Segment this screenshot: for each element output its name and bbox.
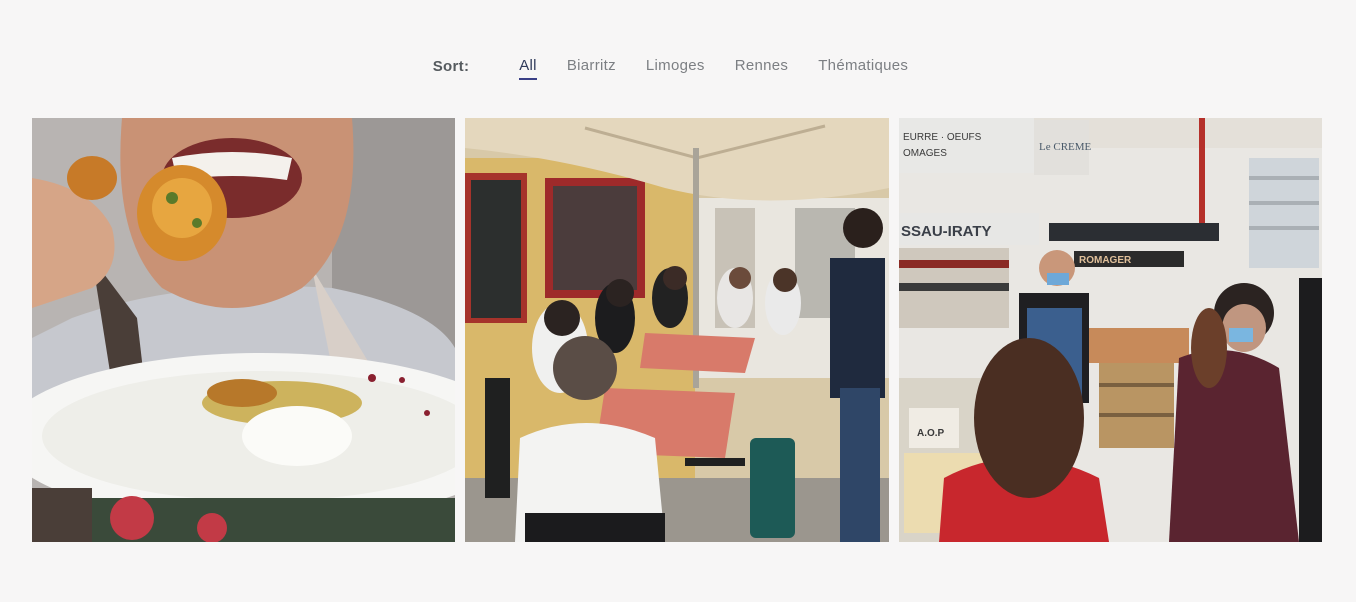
sort-label: Sort: xyxy=(432,57,470,75)
photo-gallery: EURRE · OEUFS OMAGES Le CREME SSAU-IRATY… xyxy=(32,118,1322,542)
photo-cheese-shop-image: EURRE · OEUFS OMAGES Le CREME SSAU-IRATY… xyxy=(899,118,1322,542)
photo-cafe-image xyxy=(465,118,889,542)
sign-omages: OMAGES xyxy=(903,148,947,159)
portfolio-filter-bar: Sort: All Biarritz Limoges Rennes Thémat… xyxy=(0,54,1356,80)
sign-aop: A.O.P xyxy=(917,428,945,439)
gallery-photo-cafe-terrace[interactable] xyxy=(465,118,889,542)
filter-thematiques[interactable]: Thématiques xyxy=(818,55,908,77)
sign-fromager: ROMAGER xyxy=(1079,255,1132,266)
sign-ossau-iraty: SSAU-IRATY xyxy=(901,223,992,240)
photo-eating-image xyxy=(32,118,455,542)
filter-biarritz[interactable]: Biarritz xyxy=(567,55,616,77)
filter-limoges[interactable]: Limoges xyxy=(646,55,705,77)
filter-rennes[interactable]: Rennes xyxy=(735,55,789,77)
gallery-photo-eating[interactable] xyxy=(32,118,455,542)
sign-beurre-oeufs: EURRE · OEUFS xyxy=(903,132,982,143)
sign-le-creme: Le CREME xyxy=(1039,141,1092,153)
filter-all[interactable]: All xyxy=(519,55,537,80)
gallery-photo-cheese-shop[interactable]: EURRE · OEUFS OMAGES Le CREME SSAU-IRATY… xyxy=(899,118,1322,542)
